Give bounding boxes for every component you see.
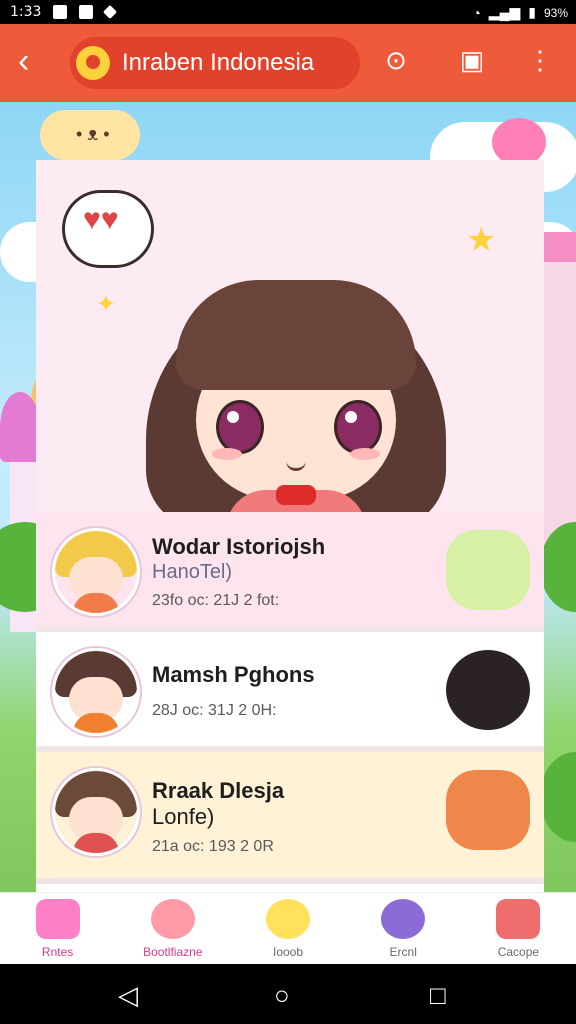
chibi-girl-illustration xyxy=(136,260,456,550)
chat-list: Wodar Istoriojsh HanoTel) 23fo oc: 21J 2… xyxy=(36,512,544,884)
status-bar: 1:33 ◔ ▂▄▆ ▮ 93% xyxy=(0,0,576,24)
tab-label: Bootlfiazne xyxy=(143,945,203,959)
tab-label: Cacope xyxy=(497,945,540,959)
list-item[interactable]: Rraak Dlesja Lonfe) 21a oc: 193 2 0R xyxy=(36,752,544,884)
item-name: Rraak Dlesja xyxy=(152,778,285,803)
star-icon: ✦ xyxy=(96,291,117,318)
wifi-icon: ◔ xyxy=(472,4,481,21)
back-nav-icon[interactable]: ◁ xyxy=(118,982,138,1008)
system-navigation-bar: ◁ ○ □ xyxy=(0,964,576,1024)
item-meta: 23fo oc: 21J 2 fot: xyxy=(152,592,280,609)
item-meta: 21a oc: 193 2 0R xyxy=(152,838,274,855)
avatar xyxy=(52,648,140,736)
avatar xyxy=(52,528,140,616)
cat-sticker-icon xyxy=(446,530,530,610)
photo-icon xyxy=(79,5,94,19)
tab-label: Ercnl xyxy=(389,945,417,959)
app-bar: ‹ Inraben Indonesia ⊙ ▣ ⋮ xyxy=(0,24,576,102)
character-icon xyxy=(266,899,310,939)
pink-mascot-icon xyxy=(492,118,546,166)
battery-icon: ▮ xyxy=(528,4,536,20)
bottom-navigation: Rntes Bootlfiazne Iooob Ercnl Cacope xyxy=(0,892,576,965)
fox-sticker-icon xyxy=(446,770,530,850)
item-name: Mamsh Pghons xyxy=(152,662,315,687)
girl-sticker-icon xyxy=(446,650,530,730)
tab-home[interactable]: Rntes xyxy=(0,893,115,965)
avatar xyxy=(52,768,140,856)
back-icon[interactable]: ‹ xyxy=(18,44,54,80)
item-meta: 28J oc: 31J 2 0H: xyxy=(152,702,277,719)
tab-label: Iooob xyxy=(272,945,304,959)
hero-illustration: ♥♥ ★ ✦ xyxy=(36,160,544,550)
tab-iooob[interactable]: Iooob xyxy=(230,893,345,965)
list-item[interactable]: Mamsh Pghons 28J oc: 31J 2 0H: xyxy=(36,632,544,752)
heart-speech-bubble-icon: ♥♥ xyxy=(62,190,154,268)
item-subtitle: Lonfe) xyxy=(152,804,215,829)
bush xyxy=(540,752,576,842)
app-title-pill[interactable]: Inraben Indonesia xyxy=(70,37,360,89)
home-icon xyxy=(35,899,80,939)
tab-bootlfiazne[interactable]: Bootlfiazne xyxy=(115,893,230,965)
item-subtitle: HanoTel) xyxy=(152,561,233,583)
list-item[interactable]: Wodar Istoriojsh HanoTel) 23fo oc: 21J 2… xyxy=(36,512,544,632)
candy-mascot-icon: • ᴥ • xyxy=(40,110,140,160)
cake-icon xyxy=(496,899,541,939)
battery-text: 93% xyxy=(543,5,568,20)
tab-cacope[interactable]: Cacope xyxy=(461,893,576,965)
message-icon[interactable]: ▣ xyxy=(452,40,492,80)
status-time: 1:33 xyxy=(10,4,42,20)
recents-nav-icon[interactable]: □ xyxy=(430,982,446,1008)
app-logo xyxy=(76,46,110,80)
more-vert-icon[interactable]: ⋮ xyxy=(520,40,560,80)
content-card: ♥♥ ★ ✦ Wodar Istoriojsh HanoTel) 23fo oc… xyxy=(36,160,544,892)
diamond-icon xyxy=(103,4,118,20)
character-icon xyxy=(381,899,426,939)
app-title: Inraben Indonesia xyxy=(122,49,315,76)
tab-label: Rntes xyxy=(41,945,74,959)
notification-icon xyxy=(53,5,68,19)
character-icon xyxy=(150,899,195,939)
search-icon[interactable]: ⊙ xyxy=(376,40,416,80)
item-name: Wodar Istoriojsh xyxy=(152,534,326,559)
tab-ercnl[interactable]: Ercnl xyxy=(346,893,461,965)
signal-icon: ▂▄▆ xyxy=(488,4,521,20)
star-icon: ★ xyxy=(466,221,497,259)
home-nav-icon[interactable]: ○ xyxy=(274,982,290,1008)
